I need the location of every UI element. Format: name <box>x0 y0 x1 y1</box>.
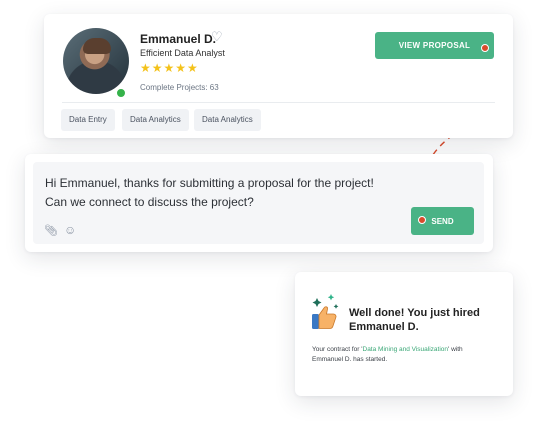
smiley-icon[interactable]: ☺ <box>64 223 76 237</box>
skill-tag: Data Analytics <box>122 109 189 131</box>
hire-success-card: Well done! You just hired Emmanuel D. Yo… <box>295 272 513 396</box>
contract-text: Your contract for ' <box>312 346 363 353</box>
contract-message: Your contract for 'Data Mining and Visua… <box>312 345 502 365</box>
message-input[interactable]: Hi Emmanuel, thanks for submitting a pro… <box>33 162 484 244</box>
view-proposal-button[interactable]: VIEW PROPOSAL <box>375 32 494 59</box>
freelancer-profile-card: Emmanuel D. ♡ Efficient Data Analyst ★★★… <box>44 14 513 138</box>
success-title-line: Emmanuel D. <box>349 321 419 333</box>
connector-dot <box>418 216 426 224</box>
send-button-label: SEND <box>431 216 454 226</box>
success-title: Well done! You just hired Emmanuel D. <box>349 306 480 334</box>
complete-projects-count: Complete Projects: 63 <box>140 83 219 92</box>
message-composer-card: Hi Emmanuel, thanks for submitting a pro… <box>25 154 493 252</box>
freelancer-role: Efficient Data Analyst <box>140 48 225 58</box>
connector-dot <box>481 44 489 52</box>
skill-tag: Data Analytics <box>194 109 261 131</box>
heart-icon[interactable]: ♡ <box>211 29 223 45</box>
rating-stars: ★★★★★ <box>140 61 199 75</box>
contract-text: Emmanuel D. has started. <box>312 356 388 363</box>
contract-project-link[interactable]: Data Mining and Visualization <box>363 346 449 353</box>
online-status-dot <box>115 87 127 99</box>
avatar[interactable] <box>63 28 129 94</box>
paperclip-icon[interactable]: 📎︎ <box>44 224 58 237</box>
divider <box>62 102 495 103</box>
freelancer-name: Emmanuel D. <box>140 32 217 46</box>
message-text-line: Can we connect to discuss the project? <box>45 195 254 209</box>
skill-tag: Data Entry <box>61 109 115 131</box>
message-text-line: Hi Emmanuel, thanks for submitting a pro… <box>45 176 374 190</box>
thumbs-up-sparkles-icon <box>312 294 339 329</box>
success-title-line: Well done! You just hired <box>349 307 480 319</box>
contract-text: ' with <box>448 346 463 353</box>
